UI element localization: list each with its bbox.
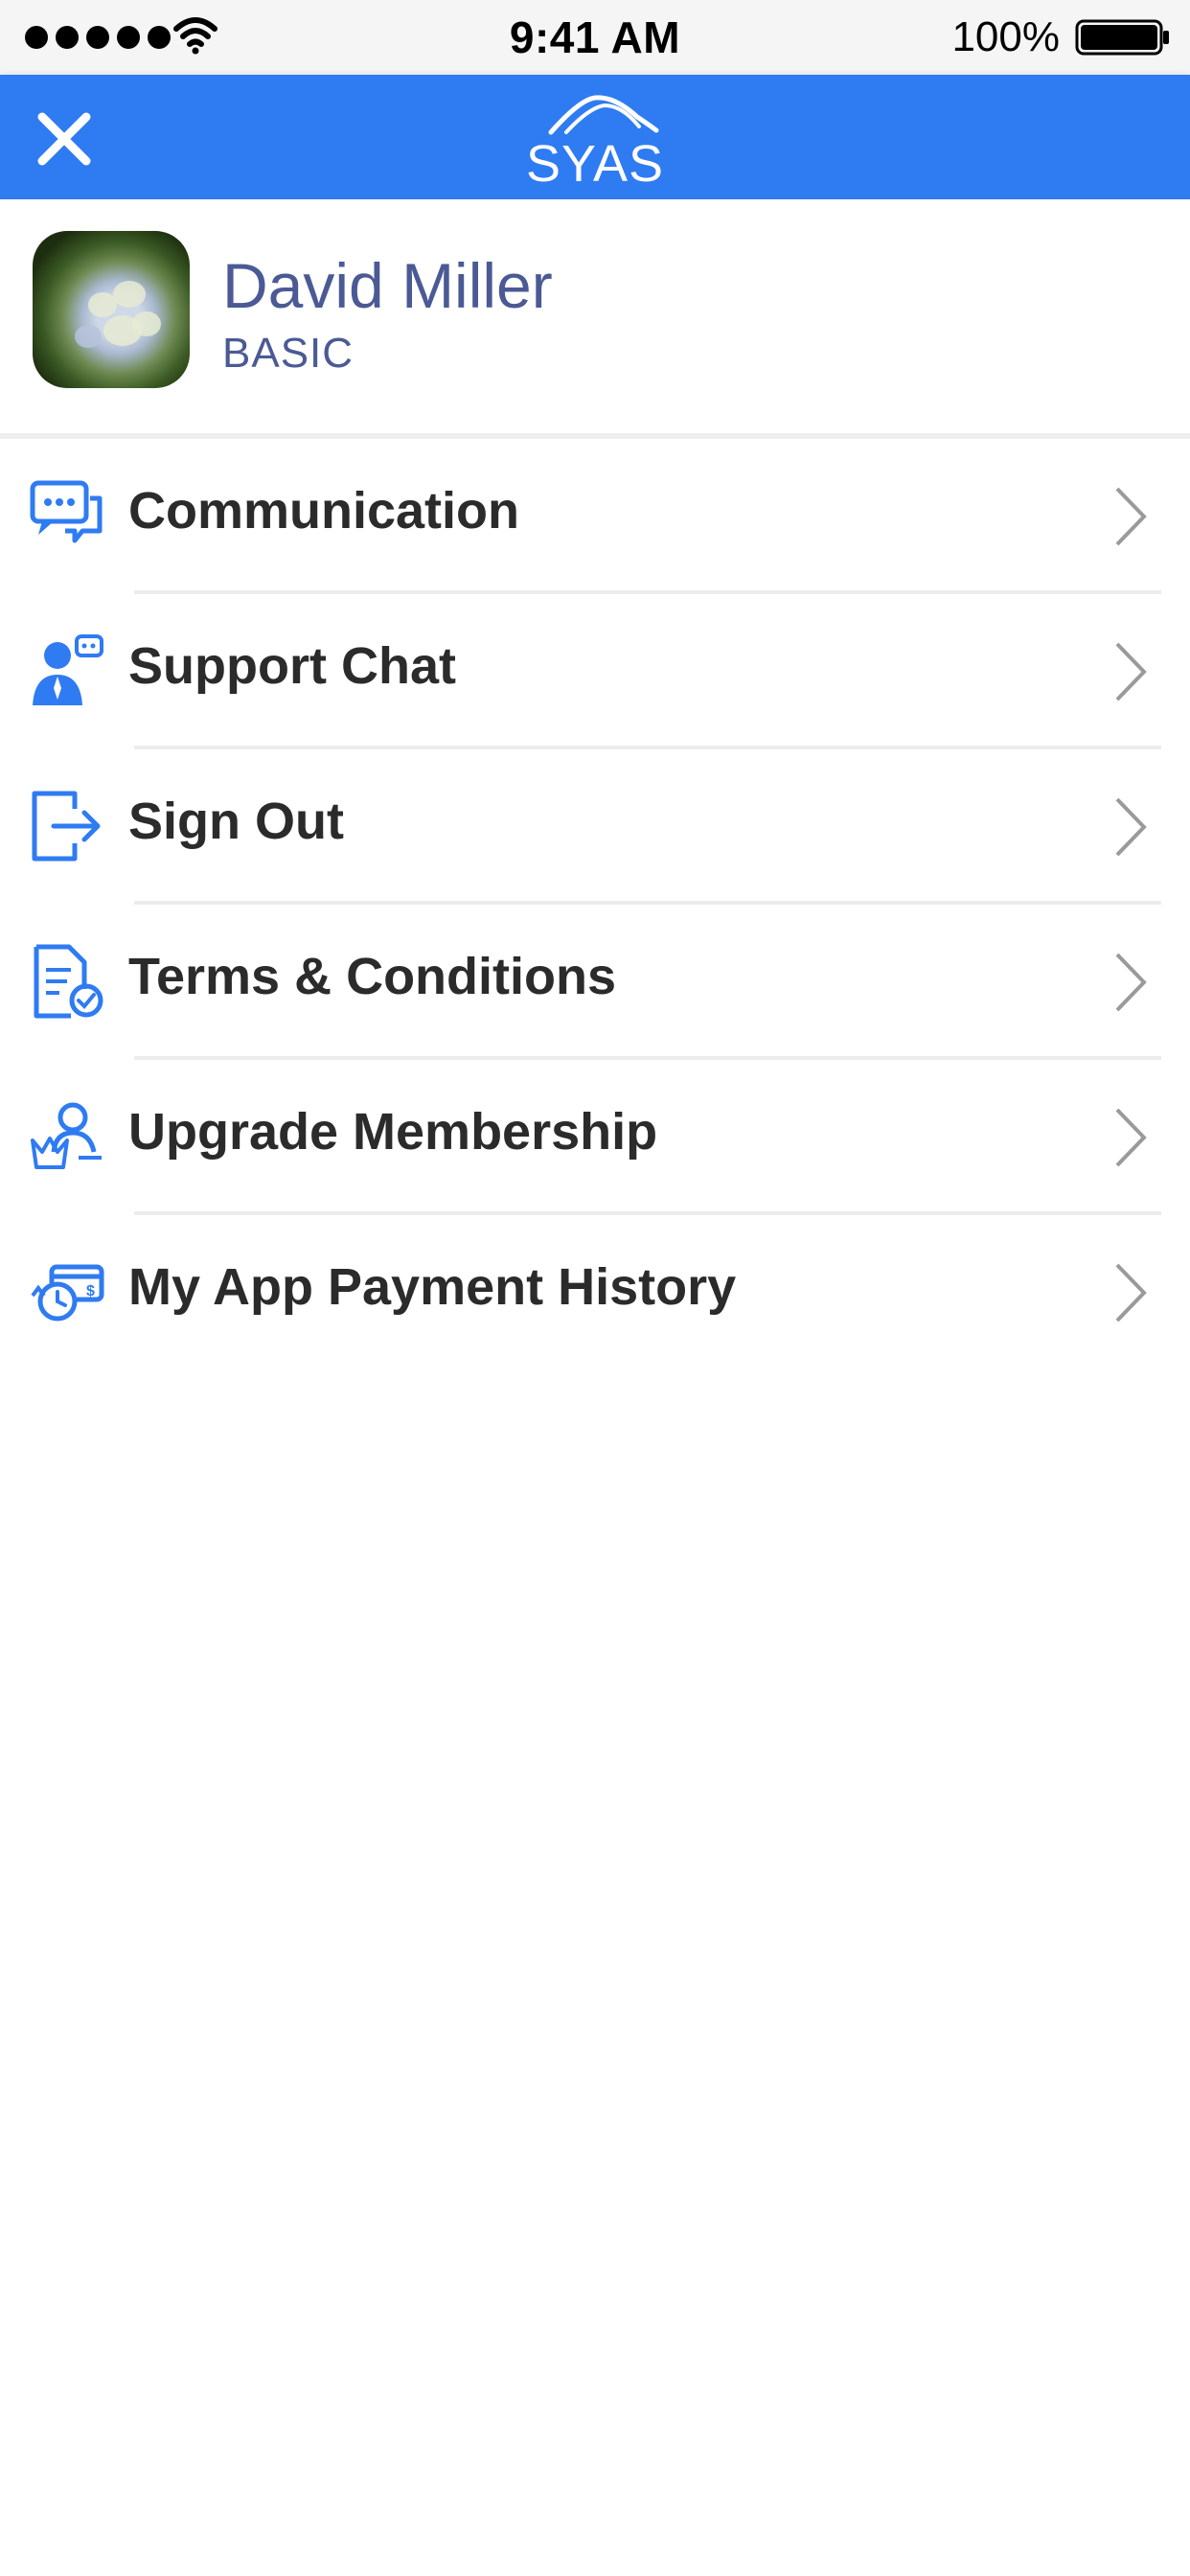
menu-list: Communication Support Chat Sign Out Term… xyxy=(0,439,1190,1370)
crown-user-icon xyxy=(31,1102,102,1169)
document-check-icon xyxy=(34,944,103,1019)
battery-percent: 100% xyxy=(951,13,1060,60)
logo-text: SYAS xyxy=(525,135,665,193)
menu-item-sign-out[interactable]: Sign Out xyxy=(0,749,1190,905)
membership-tier: BASIC xyxy=(222,330,355,377)
menu-item-label: Upgrade Membership xyxy=(128,1103,658,1161)
menu-item-support-chat[interactable]: Support Chat xyxy=(0,594,1190,749)
menu-item-upgrade-membership[interactable]: Upgrade Membership xyxy=(0,1060,1190,1215)
svg-text:$: $ xyxy=(86,1283,95,1300)
avatar[interactable] xyxy=(33,231,190,388)
chat-bubbles-icon xyxy=(30,480,103,543)
chevron-right-icon xyxy=(1115,487,1147,546)
profile-header: David Miller BASIC xyxy=(0,199,1190,433)
app-logo: SYAS xyxy=(522,92,668,193)
support-agent-icon xyxy=(33,634,103,705)
menu-item-label: Sign Out xyxy=(128,793,344,850)
sign-out-icon xyxy=(32,791,101,862)
payment-history-icon: $ xyxy=(31,1264,104,1322)
top-nav-bar: SYAS xyxy=(0,75,1190,199)
menu-item-communication[interactable]: Communication xyxy=(0,439,1190,594)
close-icon[interactable] xyxy=(34,109,94,169)
chevron-right-icon xyxy=(1115,797,1147,857)
status-bar: 9:41 AM 100% xyxy=(0,0,1190,75)
logo-roof-icon xyxy=(548,95,659,135)
chevron-right-icon xyxy=(1115,1108,1147,1167)
menu-item-label: Communication xyxy=(128,482,520,540)
chevron-right-icon xyxy=(1115,953,1147,1012)
chevron-right-icon xyxy=(1115,642,1147,702)
menu-item-payment-history[interactable]: $ My App Payment History xyxy=(0,1215,1190,1370)
menu-item-label: Terms & Conditions xyxy=(128,948,617,1005)
battery-icon xyxy=(1075,19,1169,56)
menu-item-label: My App Payment History xyxy=(128,1258,737,1316)
menu-item-terms-conditions[interactable]: Terms & Conditions xyxy=(0,905,1190,1060)
chevron-right-icon xyxy=(1115,1263,1147,1322)
menu-item-label: Support Chat xyxy=(128,637,456,695)
user-name: David Miller xyxy=(222,250,553,321)
